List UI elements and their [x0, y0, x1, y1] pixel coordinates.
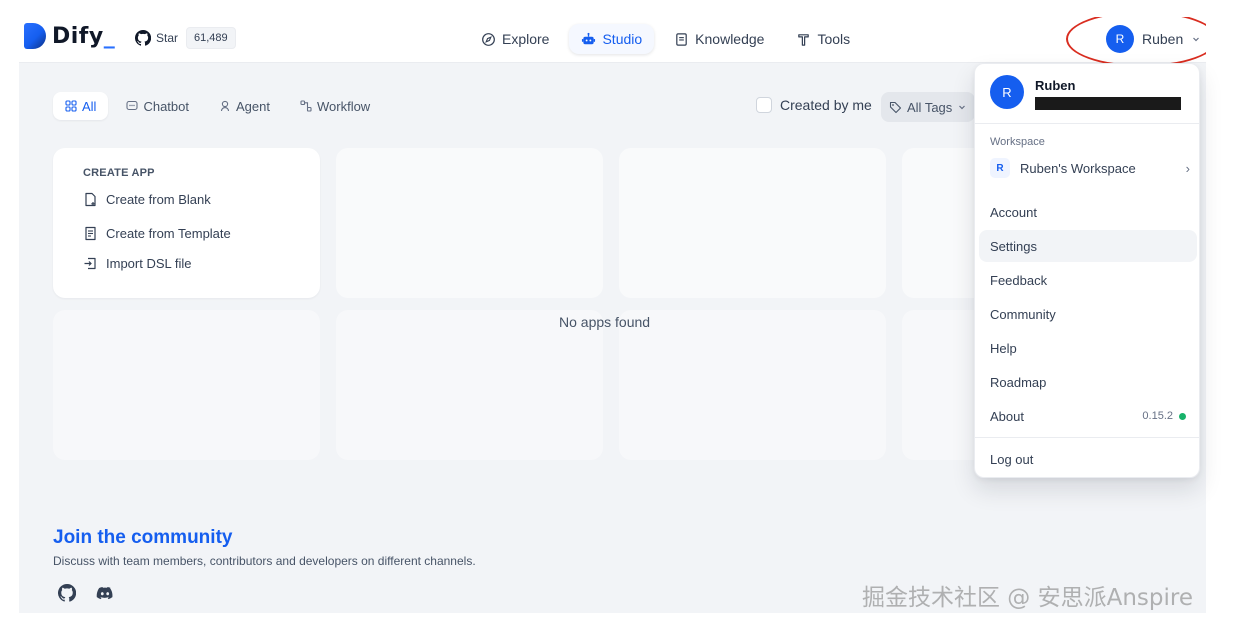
create-app-card: CREATE APP Create from Blank Create from…	[53, 148, 320, 298]
dropdown-header: R Ruben	[975, 64, 1199, 124]
tab-agent-label: Agent	[236, 98, 270, 114]
nav-knowledge[interactable]: Knowledge	[662, 24, 776, 54]
tab-all[interactable]: All	[53, 92, 109, 120]
logo-mark-icon	[24, 23, 46, 49]
create-from-template-button[interactable]: Create from Template	[83, 226, 231, 241]
user-menu-button[interactable]: R Ruben	[1106, 24, 1201, 54]
placeholder-card	[336, 148, 603, 298]
menu-item-roadmap[interactable]: Roadmap	[979, 366, 1197, 398]
watermark-text: 掘金技术社区 @ 安思派Anspire	[862, 585, 1194, 611]
status-dot-icon	[1179, 412, 1186, 420]
community-title: Join the community	[53, 527, 233, 548]
placeholder-card	[619, 148, 886, 298]
create-from-blank-button[interactable]: Create from Blank	[83, 192, 211, 207]
menu-item-logout-label: Log out	[990, 451, 1034, 467]
menu-item-logout[interactable]: Log out	[979, 443, 1197, 475]
created-by-me-label: Created by me	[780, 97, 872, 113]
grid-icon	[65, 100, 77, 112]
compass-icon	[482, 32, 495, 46]
chevron-down-icon	[1193, 37, 1200, 42]
template-icon	[85, 226, 96, 241]
chat-icon	[126, 100, 139, 111]
nav-studio-label: Studio	[602, 31, 643, 47]
top-bar: Dify_ Star 61,489 Explore Studio Knowled…	[19, 17, 1206, 67]
menu-item-help[interactable]: Help	[979, 332, 1197, 364]
tag-icon	[889, 101, 902, 113]
version-indicator: 0.15.2	[1142, 410, 1186, 422]
app-type-tabs: All Chatbot Agent Workflow	[53, 92, 382, 120]
menu-item-about[interactable]: About 0.15.2	[979, 400, 1197, 432]
book-icon	[676, 32, 687, 46]
tool-icon	[798, 33, 810, 46]
menu-item-settings-label: Settings	[990, 238, 1037, 254]
workspace-name: Ruben's Workspace	[1020, 160, 1136, 176]
main-nav: Explore Studio Knowledge Tools	[469, 24, 862, 54]
import-dsl-button[interactable]: Import DSL file	[83, 256, 192, 271]
chevron-right-icon: ›	[1185, 160, 1190, 176]
github-star-count: 61,489	[186, 27, 236, 49]
brand-suffix: _	[103, 23, 116, 49]
tab-workflow-label: Workflow	[316, 98, 371, 114]
avatar: R	[1106, 25, 1134, 53]
github-icon[interactable]	[58, 584, 76, 602]
account-dropdown-menu: R Ruben Workspace R Ruben's Workspace › …	[974, 63, 1200, 478]
version-number: 0.15.2	[1142, 410, 1173, 422]
nav-explore-label: Explore	[502, 31, 550, 47]
menu-item-feedback-label: Feedback	[990, 272, 1048, 288]
import-dsl-label: Import DSL file	[106, 256, 192, 271]
tab-chatbot[interactable]: Chatbot	[114, 92, 201, 120]
workspace-section-label: Workspace	[990, 136, 1045, 148]
create-app-title: CREATE APP	[83, 167, 155, 179]
workflow-icon	[300, 100, 312, 112]
tab-all-label: All	[82, 98, 97, 114]
create-from-template-label: Create from Template	[106, 226, 231, 241]
avatar: R	[990, 75, 1024, 109]
nav-studio[interactable]: Studio	[569, 24, 655, 54]
dropdown-user-name: Ruben	[1035, 78, 1076, 93]
menu-item-about-label: About	[990, 408, 1024, 424]
import-icon	[84, 257, 96, 270]
empty-state-message: No apps found	[559, 314, 651, 330]
github-star-label: Star	[156, 31, 179, 45]
workspace-switcher[interactable]: R Ruben's Workspace ›	[990, 157, 1190, 179]
user-name: Ruben	[1142, 31, 1184, 47]
workspace-badge: R	[990, 158, 1010, 178]
menu-item-account-label: Account	[990, 204, 1037, 220]
community-description: Discuss with team members, contributors …	[53, 554, 476, 568]
placeholder-card	[53, 310, 320, 460]
tag-filter-label: All Tags	[907, 99, 953, 115]
tab-agent[interactable]: Agent	[207, 92, 282, 120]
tag-filter-dropdown[interactable]: All Tags	[881, 92, 976, 122]
github-icon	[135, 30, 151, 46]
menu-item-help-label: Help	[990, 340, 1017, 356]
chevron-down-icon	[959, 105, 966, 110]
brand-name: Dify	[52, 23, 104, 49]
menu-item-roadmap-label: Roadmap	[990, 374, 1047, 390]
menu-item-community[interactable]: Community	[979, 298, 1197, 330]
placeholder-card	[619, 310, 886, 460]
file-plus-icon	[85, 192, 96, 207]
created-by-me-filter[interactable]: Created by me	[756, 97, 872, 113]
nav-tools[interactable]: Tools	[784, 24, 862, 54]
community-links	[58, 584, 114, 602]
placeholder-card	[336, 310, 603, 460]
github-star-button[interactable]: Star 61,489	[135, 26, 236, 50]
nav-tools-label: Tools	[817, 31, 851, 47]
tab-workflow[interactable]: Workflow	[288, 92, 382, 120]
nav-knowledge-label: Knowledge	[695, 31, 765, 47]
discord-icon[interactable]	[96, 584, 114, 602]
dropdown-divider	[975, 437, 1199, 438]
agent-icon	[220, 100, 230, 112]
create-from-blank-label: Create from Blank	[106, 192, 211, 207]
robot-icon	[582, 32, 596, 44]
menu-item-settings[interactable]: Settings	[979, 230, 1197, 262]
menu-item-feedback[interactable]: Feedback	[979, 264, 1197, 296]
nav-explore[interactable]: Explore	[469, 24, 561, 54]
created-by-me-checkbox[interactable]	[756, 97, 772, 113]
redacted-email	[1035, 97, 1181, 110]
tab-chatbot-label: Chatbot	[143, 98, 189, 114]
menu-item-account[interactable]: Account	[979, 196, 1197, 228]
dify-logo[interactable]: Dify_	[24, 23, 115, 49]
menu-item-community-label: Community	[990, 306, 1056, 322]
